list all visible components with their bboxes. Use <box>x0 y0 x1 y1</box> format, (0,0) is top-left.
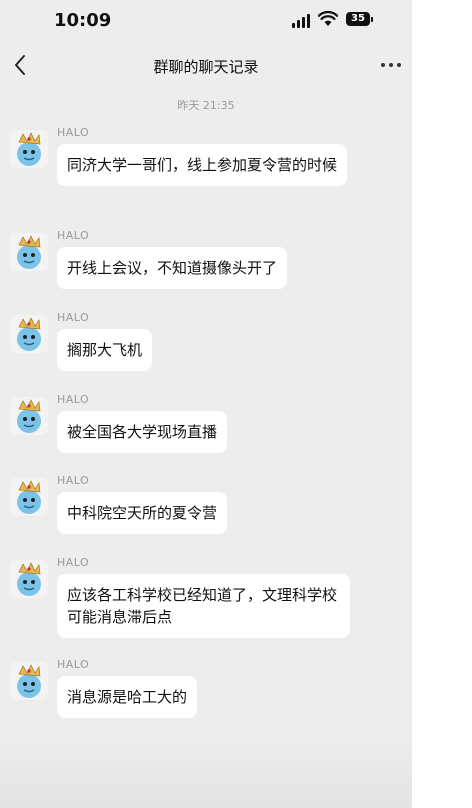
cartoon-avatar[interactable] <box>10 233 48 271</box>
bottom-fade <box>0 730 412 808</box>
nav-bar: 群聊的聊天记录 <box>0 42 412 88</box>
status-time: 10:09 <box>54 10 112 31</box>
cartoon-avatar[interactable] <box>10 662 48 700</box>
message-bubble[interactable]: 开线上会议，不知道摄像头开了 <box>57 247 288 289</box>
cartoon-avatar[interactable] <box>10 478 48 516</box>
sender-name: HALO <box>57 474 90 487</box>
message-bubble[interactable]: 被全国各大学现场直播 <box>57 411 228 453</box>
message-bubble[interactable]: 同济大学一哥们，线上参加夏令营的时候 <box>57 144 348 186</box>
chat-screen: 10:09 35 群聊的聊天记录 昨天 21:35 HALO 同济大学一哥们，线… <box>0 0 412 808</box>
cartoon-avatar[interactable] <box>10 560 48 598</box>
cartoon-avatar[interactable] <box>10 315 48 353</box>
cartoon-avatar[interactable] <box>10 397 48 435</box>
side-margin <box>412 0 472 808</box>
sender-name: HALO <box>57 393 90 406</box>
message-bubble[interactable]: 搁那大飞机 <box>57 329 153 371</box>
sender-name: HALO <box>57 658 90 671</box>
sender-name: HALO <box>57 126 90 139</box>
page-title: 群聊的聊天记录 <box>153 58 259 76</box>
message-bubble[interactable]: 消息源是哈工大的 <box>57 676 198 718</box>
message-bubble[interactable]: 中科院空天所的夏令营 <box>57 492 228 534</box>
sender-name: HALO <box>57 556 90 569</box>
sender-name: HALO <box>57 229 90 242</box>
signal-icon <box>292 14 310 28</box>
message-bubble[interactable]: 应该各工科学校已经知道了，文理科学校可能消息滞后点 <box>57 574 350 638</box>
sender-name: HALO <box>57 311 90 324</box>
battery-icon: 35 <box>346 12 373 26</box>
wifi-icon <box>318 11 338 26</box>
more-dots-icon[interactable] <box>380 62 402 68</box>
status-bar: 10:09 35 <box>0 0 412 42</box>
cartoon-avatar[interactable] <box>10 130 48 168</box>
message-timestamp: 昨天 21:35 <box>177 99 235 112</box>
